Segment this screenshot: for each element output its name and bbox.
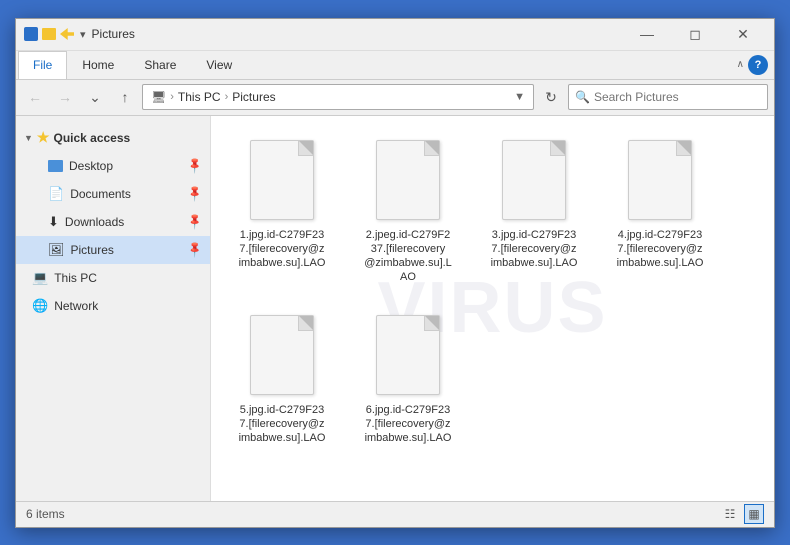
path-dropdown-arrow[interactable]: ▼	[514, 91, 525, 103]
sidebar-item-desktop[interactable]: Desktop 📌	[16, 152, 210, 180]
file-label-6: 6.jpg.id-C279F237.[filerecovery@zimbabwe…	[365, 403, 452, 446]
title-bar: ▾ Pictures — ◻ ✕	[16, 19, 774, 51]
sidebar-item-downloads[interactable]: ⬇ Downloads 📌	[16, 208, 210, 236]
sidebar-item-pictures[interactable]: 🖼 Pictures 📌	[16, 236, 210, 264]
pin-icon-pictures: 📌	[186, 240, 205, 259]
ribbon: File Home Share View ∧ ?	[16, 51, 774, 80]
file-icon-2	[372, 136, 444, 224]
sidebar-label-documents: Documents	[70, 187, 131, 201]
downloads-icon: ⬇	[48, 214, 59, 230]
search-input[interactable]	[594, 90, 761, 104]
maximize-button[interactable]: ◻	[672, 20, 718, 48]
files-grid: 1.jpg.id-C279F237.[filerecovery@zimbabwe…	[223, 128, 762, 452]
folder-icon	[42, 28, 56, 40]
file-item[interactable]: 3.jpg.id-C279F237.[filerecovery@zimbabwe…	[475, 128, 593, 291]
dropdown-arrow[interactable]: ▾	[80, 28, 86, 41]
tab-share[interactable]: Share	[129, 51, 191, 79]
file-page-2	[376, 140, 440, 220]
thispc-icon: 💻	[32, 270, 48, 286]
sidebar-item-quick-access[interactable]: ▼ ★ Quick access	[16, 124, 210, 152]
list-view-button[interactable]: ☷	[720, 504, 740, 524]
arrow-icon	[60, 28, 74, 40]
address-path[interactable]: 🖥 › This PC › Pictures ▼	[142, 84, 534, 110]
search-icon: 🔍	[575, 90, 590, 104]
file-label-4: 4.jpg.id-C279F237.[filerecovery@zimbabwe…	[617, 228, 704, 271]
sidebar-label-desktop: Desktop	[69, 159, 113, 173]
forward-button[interactable]: →	[52, 84, 78, 110]
help-button[interactable]: ?	[748, 55, 768, 75]
file-item[interactable]: 6.jpg.id-C279F237.[filerecovery@zimbabwe…	[349, 303, 467, 452]
tab-view[interactable]: View	[191, 51, 247, 79]
pin-icon-documents: 📌	[186, 184, 205, 203]
address-bar: ← → ⌄ ↑ 🖥 › This PC › Pictures ▼ ↻ 🔍	[16, 80, 774, 116]
file-page-4	[628, 140, 692, 220]
app-icon	[24, 27, 38, 41]
status-bar: 6 items ☷ ▦	[16, 501, 774, 527]
file-label-1: 1.jpg.id-C279F237.[filerecovery@zimbabwe…	[239, 228, 326, 271]
up-arrow-dropdown[interactable]: ⌄	[82, 84, 108, 110]
file-area: VIRUS 1.jpg.id-C279F237.[filerecovery@zi…	[211, 116, 774, 501]
ribbon-help: ∧ ?	[737, 51, 774, 79]
file-icon-5	[246, 311, 318, 399]
sidebar: ▼ ★ Quick access Desktop 📌 📄 Documents 📌…	[16, 116, 211, 501]
tab-home[interactable]: Home	[67, 51, 129, 79]
close-button[interactable]: ✕	[720, 20, 766, 48]
title-bar-icons: ▾	[24, 27, 86, 41]
file-item[interactable]: 5.jpg.id-C279F237.[filerecovery@zimbabwe…	[223, 303, 341, 452]
window-controls: — ◻ ✕	[624, 20, 766, 48]
ribbon-collapse-icon[interactable]: ∧	[737, 59, 744, 70]
path-thispc[interactable]: This PC	[178, 90, 221, 104]
documents-icon: 📄	[48, 186, 64, 202]
explorer-window: ▾ Pictures — ◻ ✕ File Home Share View ∧	[15, 18, 775, 528]
quick-access-label: Quick access	[53, 131, 130, 145]
tab-file[interactable]: File	[18, 51, 67, 79]
sidebar-item-thispc[interactable]: 💻 This PC	[16, 264, 210, 292]
sidebar-label-thispc: This PC	[54, 271, 97, 285]
back-button[interactable]: ←	[22, 84, 48, 110]
file-label-3: 3.jpg.id-C279F237.[filerecovery@zimbabwe…	[491, 228, 578, 271]
desktop-icon	[48, 160, 63, 172]
file-page-5	[250, 315, 314, 395]
file-page-6	[376, 315, 440, 395]
sidebar-item-network[interactable]: 🌐 Network	[16, 292, 210, 320]
sidebar-label-network: Network	[54, 299, 98, 313]
expand-arrow: ▼	[24, 133, 33, 143]
thispc-path-icon: 🖥	[151, 90, 166, 104]
file-item[interactable]: 4.jpg.id-C279F237.[filerecovery@zimbabwe…	[601, 128, 719, 291]
view-controls: ☷ ▦	[720, 504, 764, 524]
item-count: 6 items	[26, 507, 65, 521]
pin-icon-downloads: 📌	[186, 212, 205, 231]
path-pictures[interactable]: Pictures	[232, 90, 275, 104]
sidebar-label-pictures: Pictures	[71, 243, 114, 257]
star-icon: ★	[37, 129, 50, 146]
file-icon-6	[372, 311, 444, 399]
file-icon-4	[624, 136, 696, 224]
file-icon-3	[498, 136, 570, 224]
pin-icon-desktop: 📌	[186, 156, 205, 175]
sidebar-item-documents[interactable]: 📄 Documents 📌	[16, 180, 210, 208]
ribbon-tabs: File Home Share View ∧ ?	[16, 51, 774, 79]
file-item[interactable]: 1.jpg.id-C279F237.[filerecovery@zimbabwe…	[223, 128, 341, 291]
grid-view-button[interactable]: ▦	[744, 504, 764, 524]
refresh-button[interactable]: ↻	[538, 84, 564, 110]
file-label-2: 2.jpeg.id-C279F237.[filerecovery@zimbabw…	[364, 228, 452, 285]
file-page-1	[250, 140, 314, 220]
file-icon-1	[246, 136, 318, 224]
up-button[interactable]: ↑	[112, 84, 138, 110]
file-label-5: 5.jpg.id-C279F237.[filerecovery@zimbabwe…	[239, 403, 326, 446]
search-box[interactable]: 🔍	[568, 84, 768, 110]
pictures-icon: 🖼	[48, 242, 65, 258]
network-icon: 🌐	[32, 298, 48, 314]
window-title: Pictures	[92, 27, 624, 41]
file-item[interactable]: 2.jpeg.id-C279F237.[filerecovery@zimbabw…	[349, 128, 467, 291]
minimize-button[interactable]: —	[624, 20, 670, 48]
file-page-3	[502, 140, 566, 220]
main-area: ▼ ★ Quick access Desktop 📌 📄 Documents 📌…	[16, 116, 774, 501]
sidebar-label-downloads: Downloads	[65, 215, 124, 229]
